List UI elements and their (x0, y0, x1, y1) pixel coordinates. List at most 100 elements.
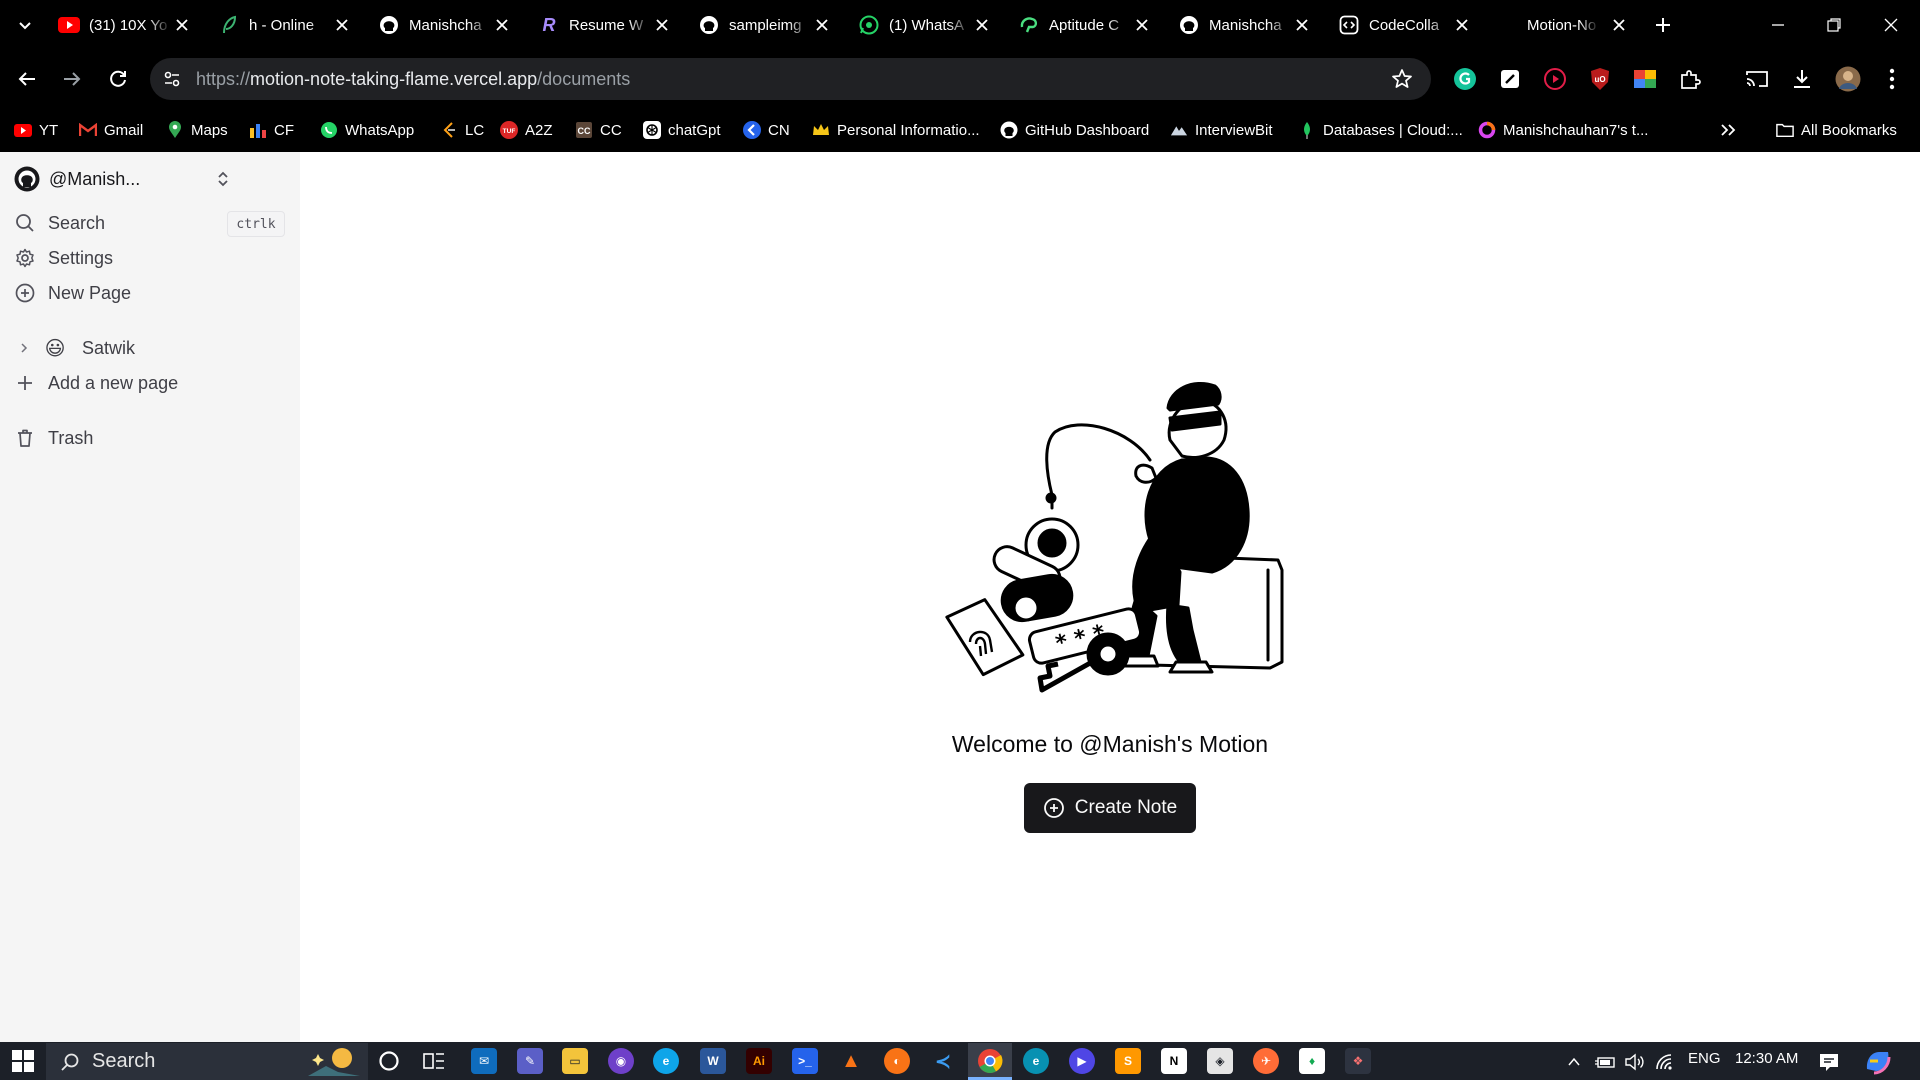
notion-app-icon[interactable]: N (1161, 1048, 1187, 1074)
bookmark-mongodb[interactable]: Databases | Cloud:... (1298, 119, 1463, 141)
workspace-switcher[interactable]: @Manish... (14, 164, 234, 194)
word-app-icon[interactable]: W (700, 1048, 726, 1074)
bookmark-cn[interactable]: CN (743, 119, 790, 141)
more-bookmarks-chevron-icon[interactable] (1718, 120, 1738, 140)
grammarly-extension-icon[interactable] (1450, 64, 1480, 94)
paint-app-icon[interactable]: ✎ (517, 1048, 543, 1074)
github-desktop-icon[interactable]: ◉ (608, 1048, 634, 1074)
close-tab-icon[interactable] (332, 15, 352, 35)
ublock-extension-icon[interactable]: uO (1585, 64, 1615, 94)
volume-icon[interactable] (1624, 1052, 1646, 1072)
file-explorer-icon[interactable]: ▭ (562, 1048, 588, 1074)
minimize-window-icon[interactable] (1766, 13, 1790, 37)
browser-menu-kebab-icon[interactable] (1877, 64, 1907, 94)
create-note-button[interactable]: Create Note (1024, 783, 1196, 833)
language-indicator[interactable]: ENG (1688, 1050, 1721, 1067)
close-tab-icon[interactable] (652, 15, 672, 35)
cast-icon[interactable] (1742, 64, 1772, 94)
edge-app-icon[interactable]: e (1023, 1048, 1049, 1074)
postman-app-icon[interactable]: ✈ (1253, 1048, 1279, 1074)
tab-online[interactable]: h - Online (218, 8, 352, 42)
sidebar-trash[interactable]: Trash (14, 423, 93, 453)
extensions-puzzle-icon[interactable] (1675, 64, 1705, 94)
url-text[interactable]: https://motion-note-taking-flame.vercel.… (196, 69, 630, 90)
davinci-resolve-icon[interactable]: ❖ (1345, 1048, 1371, 1074)
bookmark-lc[interactable]: LC (440, 119, 484, 141)
close-tab-icon[interactable] (1292, 15, 1312, 35)
close-tab-icon[interactable] (1132, 15, 1152, 35)
bookmark-cc[interactable]: CC CC (575, 119, 622, 141)
back-arrow-icon[interactable] (12, 64, 42, 94)
battery-icon[interactable] (1594, 1052, 1616, 1072)
tab-aptitude[interactable]: Aptitude C (1018, 8, 1152, 42)
all-bookmarks-folder[interactable]: All Bookmarks (1776, 119, 1897, 141)
profile-avatar[interactable] (1833, 64, 1863, 94)
close-tab-icon[interactable] (1452, 15, 1472, 35)
color-picker-extension-icon[interactable] (1630, 64, 1660, 94)
tab-youtube[interactable]: (31) 10X Yo (58, 8, 192, 42)
tab-github-manishcha[interactable]: Manishcha (378, 8, 512, 42)
reload-icon[interactable] (103, 64, 133, 94)
forward-arrow-icon[interactable] (57, 64, 87, 94)
bookmark-maps[interactable]: Maps (166, 119, 228, 141)
sublime-text-icon[interactable]: S (1115, 1048, 1141, 1074)
tab-motion-active[interactable]: Motion-No (1527, 8, 1629, 42)
copilot-icon[interactable] (1864, 1049, 1892, 1075)
tab-whatsapp[interactable]: (1) WhatsA (858, 8, 992, 42)
bookmark-cf[interactable]: CF (249, 119, 294, 141)
edge-beta-icon[interactable]: e (653, 1048, 679, 1074)
video-player-extension-icon[interactable] (1540, 64, 1570, 94)
close-tab-icon[interactable] (812, 15, 832, 35)
mail-app-icon[interactable]: ✉ (471, 1048, 497, 1074)
tab-resume[interactable]: R Resume W (538, 8, 672, 42)
bookmark-personal-information[interactable]: Personal Informatio... (812, 119, 980, 141)
clock-time[interactable]: 12:30 AM (1735, 1050, 1798, 1067)
add-new-page[interactable]: Add a new page (14, 368, 178, 398)
task-view-icon[interactable] (422, 1050, 446, 1072)
media-player-icon[interactable]: ▶ (1069, 1048, 1095, 1074)
close-tab-icon[interactable] (1609, 15, 1629, 35)
taskbar-search-box[interactable]: Search (46, 1043, 368, 1080)
notes-extension-icon[interactable] (1495, 64, 1525, 94)
illustrator-app-icon[interactable]: Ai (746, 1048, 772, 1074)
document-item-satwik[interactable]: 😃 Satwik (14, 333, 135, 363)
cortana-circle-icon[interactable] (378, 1050, 400, 1072)
bookmark-yt[interactable]: YT (14, 119, 58, 141)
show-hidden-icons-chevron[interactable] (1566, 1054, 1582, 1070)
tab-search-button[interactable] (14, 14, 36, 36)
vscode-app-icon[interactable]: ≺ (930, 1048, 956, 1074)
mongodb-compass-icon[interactable]: ♦ (1299, 1048, 1325, 1074)
bookmark-gmail[interactable]: Gmail (79, 119, 143, 141)
windows-start-icon[interactable] (12, 1050, 34, 1072)
bookmark-chatgpt[interactable]: chatGpt (643, 119, 721, 141)
site-info-icon[interactable] (160, 67, 184, 91)
tab-github-sampleimg[interactable]: sampleimg (698, 8, 832, 42)
restore-window-icon[interactable] (1822, 13, 1846, 37)
new-tab-plus-icon[interactable] (1652, 14, 1674, 36)
sidebar-new-page[interactable]: New Page (14, 278, 131, 308)
sidebar-settings[interactable]: Settings (14, 243, 113, 273)
chrome-app-icon[interactable] (977, 1048, 1003, 1074)
close-tab-icon[interactable] (172, 15, 192, 35)
vlc-app-icon[interactable]: ▲ (838, 1048, 864, 1074)
bookmark-star-icon[interactable] (1390, 67, 1414, 91)
bookmark-manishchauhan7[interactable]: Manishchauhan7's t... (1478, 119, 1648, 141)
firefox-app-icon[interactable]: ◐ (884, 1048, 910, 1074)
powershell-icon[interactable]: >_ (792, 1048, 818, 1074)
download-icon[interactable] (1787, 64, 1817, 94)
wifi-icon[interactable] (1654, 1052, 1676, 1072)
chevrons-up-down-icon[interactable] (212, 168, 234, 190)
tab-github-manishcha-2[interactable]: Manishcha (1178, 8, 1312, 42)
chevron-right-icon[interactable] (14, 337, 34, 359)
tab-codecollab[interactable]: CodeColla (1338, 8, 1472, 42)
sidebar-search[interactable]: Search (14, 208, 105, 238)
bookmark-a2z[interactable]: TUF A2Z (500, 119, 553, 141)
close-tab-icon[interactable] (972, 15, 992, 35)
bookmark-github-dashboard[interactable]: GitHub Dashboard (1000, 119, 1149, 141)
bookmark-whatsapp[interactable]: WhatsApp (320, 119, 414, 141)
close-window-icon[interactable] (1879, 13, 1903, 37)
close-tab-icon[interactable] (492, 15, 512, 35)
bookmark-interviewbit[interactable]: InterviewBit (1170, 119, 1273, 141)
address-bar[interactable]: https://motion-note-taking-flame.vercel.… (150, 58, 1431, 100)
notifications-icon[interactable] (1818, 1051, 1840, 1073)
